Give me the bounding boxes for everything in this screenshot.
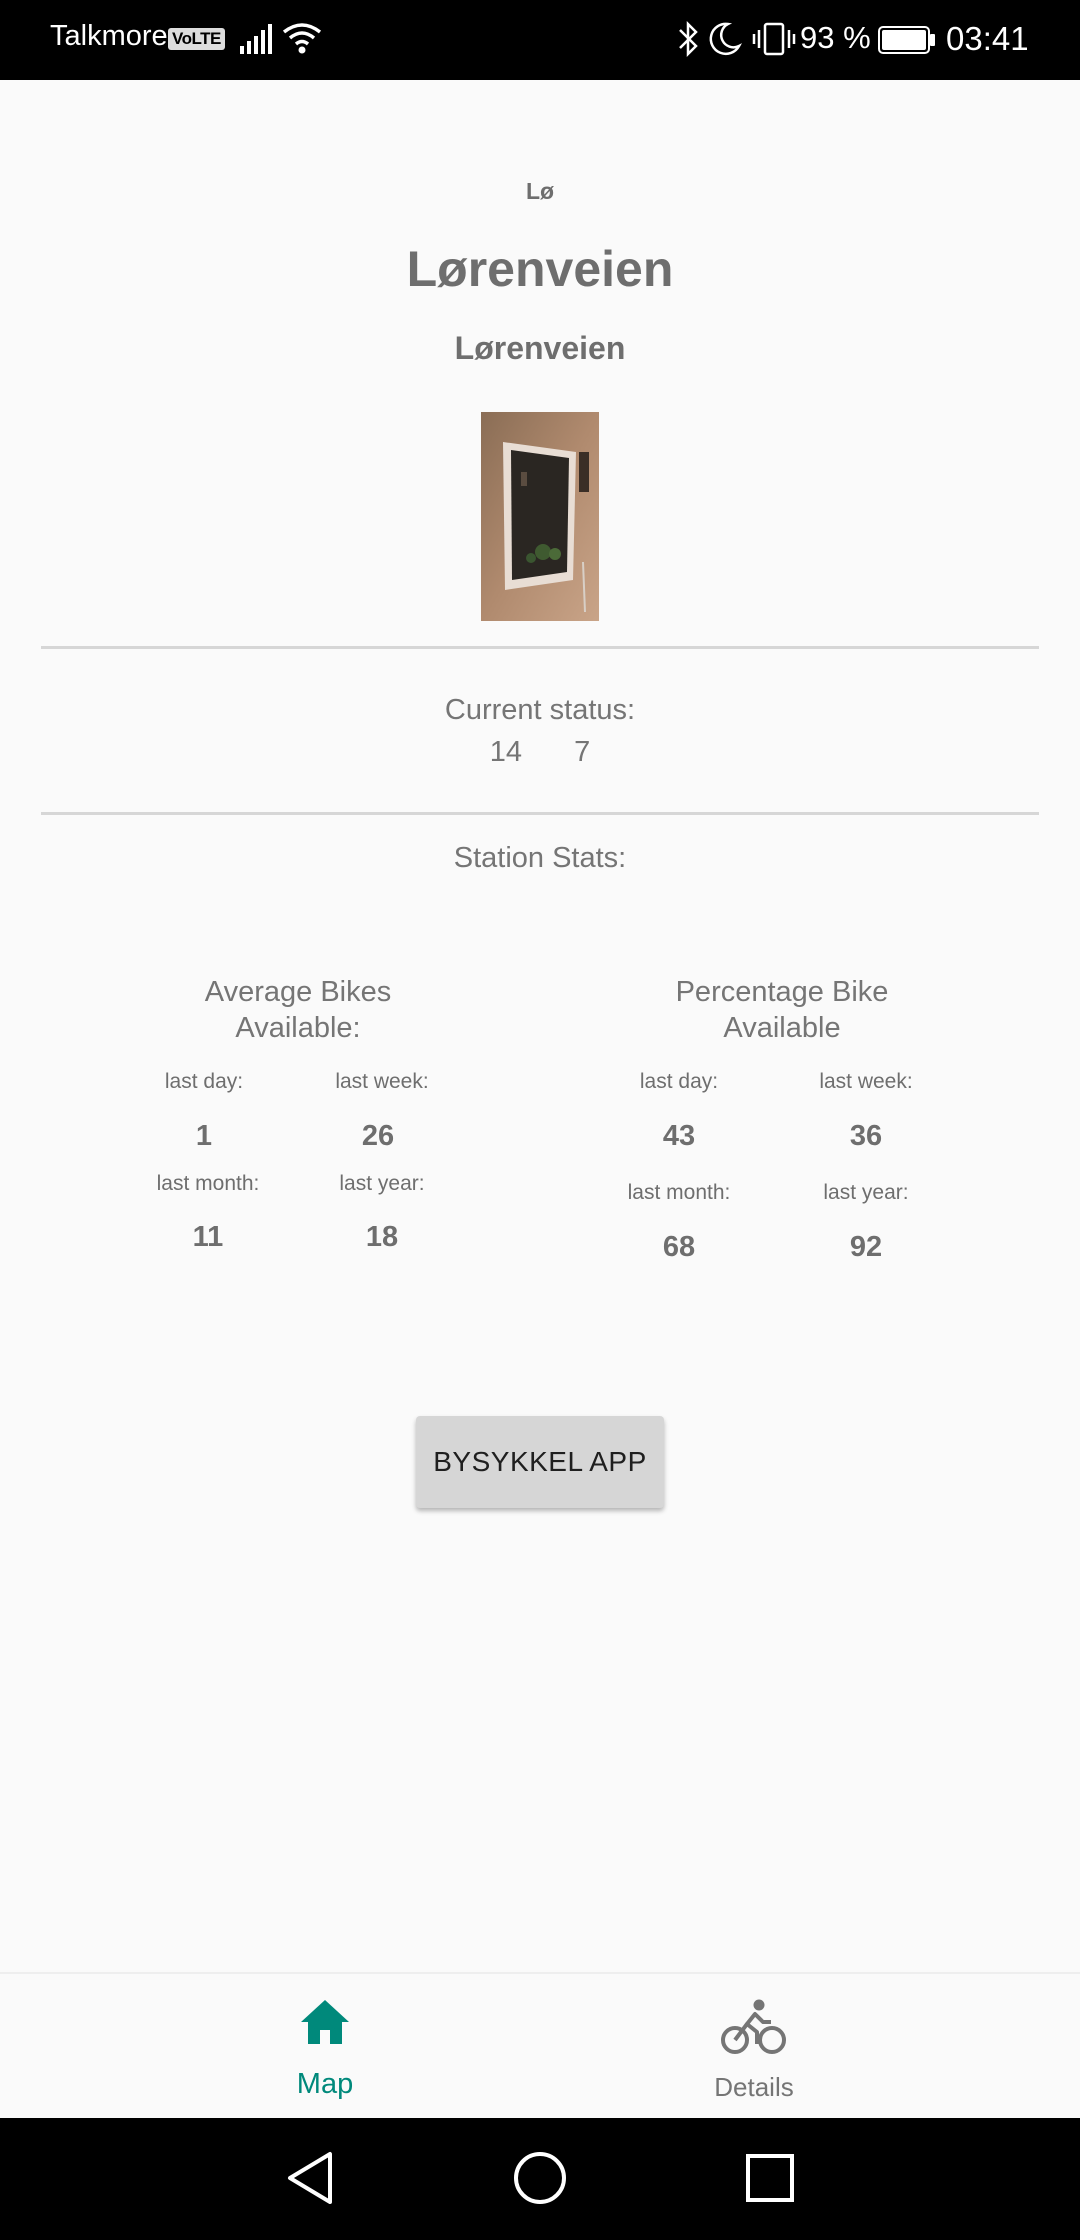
nav-label-details: Details: [714, 2072, 794, 2102]
screen: Talkmore VoLTE 93 % 03:41 Lø Lørenveien …: [0, 0, 1080, 2240]
pct-last-year-label: last year:: [823, 1181, 909, 1204]
pct-last-year-value: 92: [849, 1231, 883, 1263]
system-navigation-bar: [0, 2118, 1080, 2240]
bluetooth-icon: [679, 20, 698, 58]
home-icon: [301, 2000, 349, 2044]
home-circle-icon[interactable]: [512, 2148, 568, 2208]
avg-last-month-label: last month:: [156, 1172, 260, 1195]
percentage-heading-line1: Percentage Bike: [675, 976, 889, 1008]
vibrate-icon: [752, 22, 796, 56]
bottom-navigation: Map Details: [0, 1972, 1080, 2118]
carrier-name: Talkmore: [50, 20, 168, 52]
battery-icon: [878, 26, 935, 54]
status-bar: Talkmore VoLTE 93 % 03:41: [0, 0, 1080, 80]
average-bikes-heading: Average Bikes Available:: [148, 974, 448, 1046]
station-short-name: Lø: [525, 178, 555, 204]
pct-last-week-label: last week:: [819, 1070, 913, 1093]
back-icon[interactable]: [282, 2148, 338, 2208]
nav-item-map[interactable]: Map: [175, 1974, 475, 2120]
recents-icon[interactable]: [742, 2148, 798, 2208]
avg-last-year-value: 18: [365, 1221, 399, 1253]
current-status-label: Current status:: [444, 694, 636, 726]
pct-last-month-label: last month:: [627, 1181, 731, 1204]
avg-last-week-label: last week:: [335, 1070, 429, 1093]
bysykkel-app-button[interactable]: BYSYKKEL APP: [416, 1416, 664, 1508]
percentage-bike-heading: Percentage Bike Available: [632, 974, 932, 1046]
volte-badge: VoLTE: [168, 28, 225, 50]
moon-icon: [709, 22, 742, 56]
divider-bottom: [41, 812, 1039, 815]
station-subtitle: Lørenveien: [454, 330, 626, 366]
bicycle-icon: [721, 1999, 786, 2054]
current-status-value-bikes: 14: [489, 736, 523, 768]
pct-last-week-value: 36: [849, 1120, 883, 1152]
station-stats-label: Station Stats:: [453, 842, 627, 874]
avg-last-year-label: last year:: [339, 1172, 425, 1195]
current-status-values: 14 7: [0, 736, 1080, 769]
pct-last-month-value: 68: [662, 1231, 696, 1263]
station-photo: [481, 412, 599, 621]
avg-last-day-label: last day:: [164, 1070, 244, 1093]
pct-last-day-value: 43: [662, 1120, 696, 1152]
signal-icon: [240, 24, 272, 54]
station-title: Lørenveien: [406, 241, 674, 297]
avg-last-month-value: 11: [192, 1221, 224, 1253]
pct-last-day-label: last day:: [639, 1070, 719, 1093]
percentage-heading-line2: Available: [723, 1012, 841, 1044]
wifi-icon: [282, 23, 322, 54]
clock: 03:41: [946, 20, 1029, 57]
battery-percent: 93 %: [800, 20, 871, 55]
nav-item-details[interactable]: Details: [604, 1974, 904, 2120]
average-heading-line1: Average Bikes: [204, 976, 392, 1008]
average-heading-line2: Available:: [235, 1012, 361, 1044]
avg-last-week-value: 26: [361, 1120, 395, 1152]
nav-label-map: Map: [296, 2068, 354, 2100]
avg-last-day-value: 1: [195, 1120, 213, 1152]
divider-top: [41, 646, 1039, 649]
current-status-value-docks: 7: [574, 736, 591, 768]
